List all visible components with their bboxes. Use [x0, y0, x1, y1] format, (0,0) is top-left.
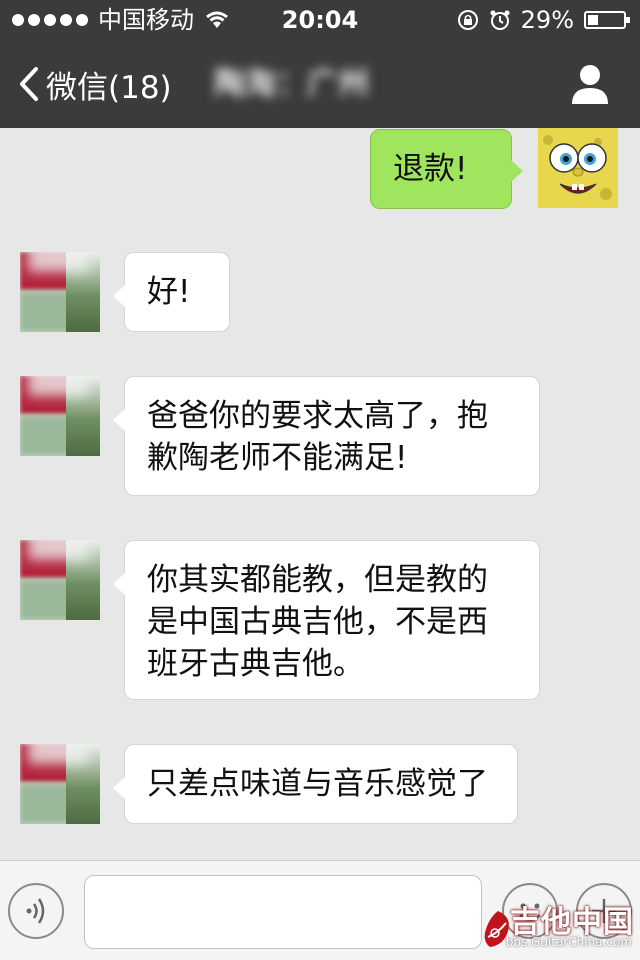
voice-button[interactable] [8, 883, 64, 939]
contact-avatar[interactable] [20, 252, 100, 332]
message-text: 你其实都能教，但是教的 是中国古典吉他，不是西 班牙古典吉他。 [147, 562, 488, 682]
chat-title: 陶淘：广州 [214, 66, 369, 102]
message-text: 只差点味道与音乐感觉了 [147, 766, 488, 802]
chat-history[interactable]: 退款! 好! 爸爸你的要求太高了，抱 歉陶老师不能满足! 你其实都能教，但是教的… [0, 128, 640, 860]
back-label: 微信(18) [46, 69, 172, 106]
my-avatar[interactable] [538, 128, 618, 208]
message-bubble-in[interactable]: 好! [113, 252, 230, 332]
rotation-lock-icon [457, 10, 478, 30]
contact-avatar[interactable] [20, 744, 100, 824]
message-text: 爸爸你的要求太高了，抱 歉陶老师不能满足! [147, 398, 488, 476]
message-text: 好! [147, 274, 191, 310]
battery-icon [584, 11, 630, 29]
chevron-left-icon [20, 67, 38, 101]
battery-percent: 29% [520, 6, 574, 34]
alarm-icon [490, 10, 510, 30]
status-right: 29% [457, 0, 630, 40]
message-bubble-in[interactable]: 你其实都能教，但是教的 是中国古典吉他，不是西 班牙古典吉他。 [113, 540, 540, 700]
battery-level [588, 15, 598, 25]
person-icon[interactable] [570, 62, 610, 106]
navigation-bar: 微信(18) 陶淘：广州 [0, 40, 640, 128]
watermark-url: bbs.GuitarChina.com [505, 935, 632, 949]
sponge-avatar-icon [538, 128, 618, 208]
watermark: 吉他中国 bbs.GuitarChina.com [484, 897, 634, 955]
status-bar: 中国移动 20:04 29% [0, 0, 640, 40]
back-button[interactable]: 微信(18) [18, 40, 172, 128]
message-bubble-in[interactable]: 爸爸你的要求太高了，抱 歉陶老师不能满足! [113, 376, 540, 496]
contact-avatar[interactable] [20, 540, 100, 620]
contact-avatar[interactable] [20, 376, 100, 456]
input-bar: 吉他中国 bbs.GuitarChina.com [0, 860, 640, 960]
message-text: 退款! [393, 151, 468, 187]
voice-icon [26, 898, 45, 924]
message-bubble-out[interactable]: 退款! [370, 129, 523, 209]
message-input[interactable] [84, 875, 482, 949]
message-bubble-in[interactable]: 只差点味道与音乐感觉了 [113, 744, 518, 824]
